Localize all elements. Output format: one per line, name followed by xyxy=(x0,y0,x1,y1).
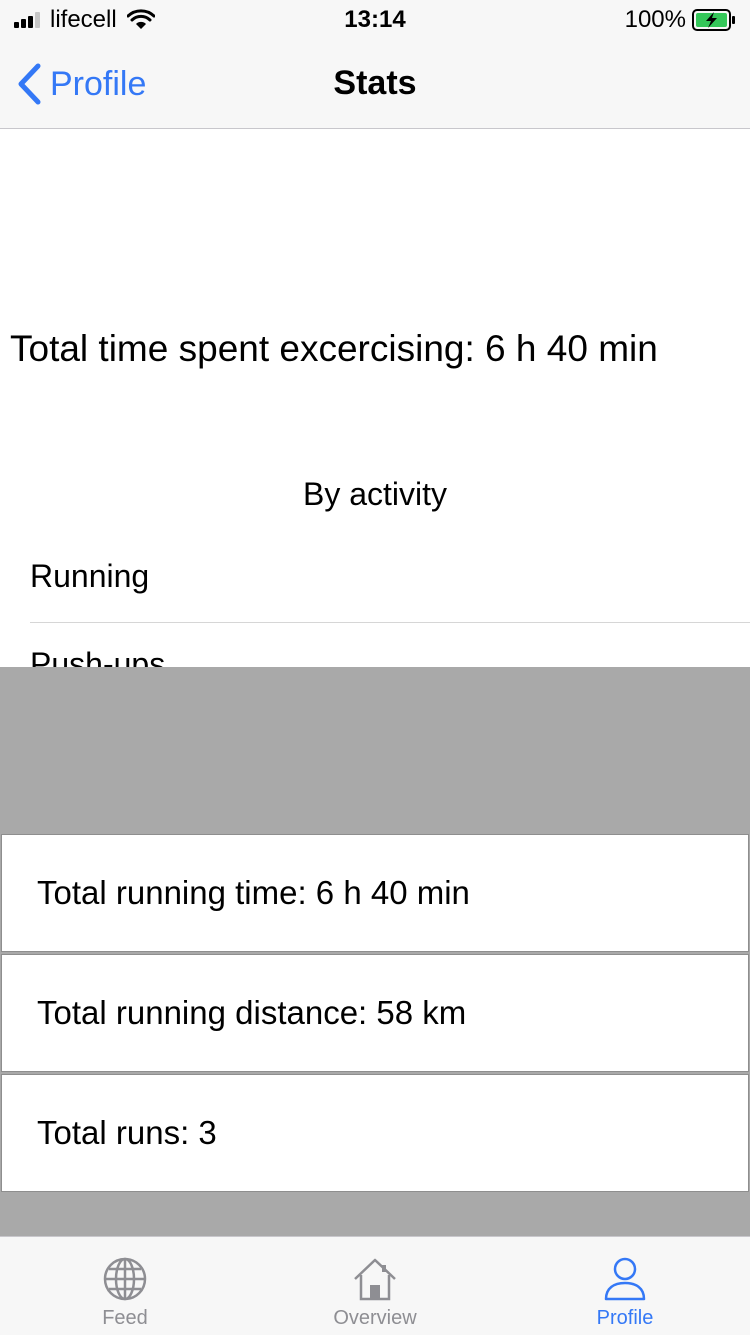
total-time-text: Total time spent excercising: 6 h 40 min xyxy=(10,328,658,369)
page-title: Stats xyxy=(333,64,417,102)
tab-label: Feed xyxy=(102,1307,148,1329)
activity-label: Push-ups xyxy=(30,646,166,668)
stat-label: Total running time: 6 h 40 min xyxy=(37,874,470,911)
battery-percentage: 100% xyxy=(624,6,686,33)
tab-overview[interactable]: Overview xyxy=(250,1237,500,1335)
stat-label: Total running distance: 58 km xyxy=(37,994,467,1031)
stat-total-running-distance: Total running distance: 58 km xyxy=(1,954,749,1072)
globe-icon xyxy=(103,1257,147,1301)
stat-total-running-time: Total running time: 6 h 40 min xyxy=(1,834,749,952)
stat-total-runs: Total runs: 3 xyxy=(1,1074,749,1192)
activity-row-running[interactable]: Running xyxy=(30,558,750,623)
house-icon xyxy=(354,1258,396,1301)
activity-label: Running xyxy=(30,558,150,594)
tab-label: Overview xyxy=(333,1307,417,1329)
tab-feed[interactable]: Feed xyxy=(0,1237,250,1335)
modal-overlay[interactable]: Total running time: 6 h 40 min Total run… xyxy=(0,667,750,1236)
navigation-bar: Profile Stats xyxy=(0,40,750,129)
activity-row-pushups[interactable]: Push-ups xyxy=(30,646,750,668)
stat-label: Total runs: 3 xyxy=(37,1114,217,1151)
tab-bar: Feed Overview Profile xyxy=(0,1236,750,1335)
person-icon xyxy=(604,1257,646,1301)
status-bar: lifecell 13:14 100% xyxy=(0,0,750,40)
tab-profile[interactable]: Profile xyxy=(500,1237,750,1335)
tab-label: Profile xyxy=(596,1307,654,1329)
status-right: 100% xyxy=(625,6,736,34)
battery-charging-icon xyxy=(692,9,735,31)
section-title: By activity xyxy=(302,476,448,512)
